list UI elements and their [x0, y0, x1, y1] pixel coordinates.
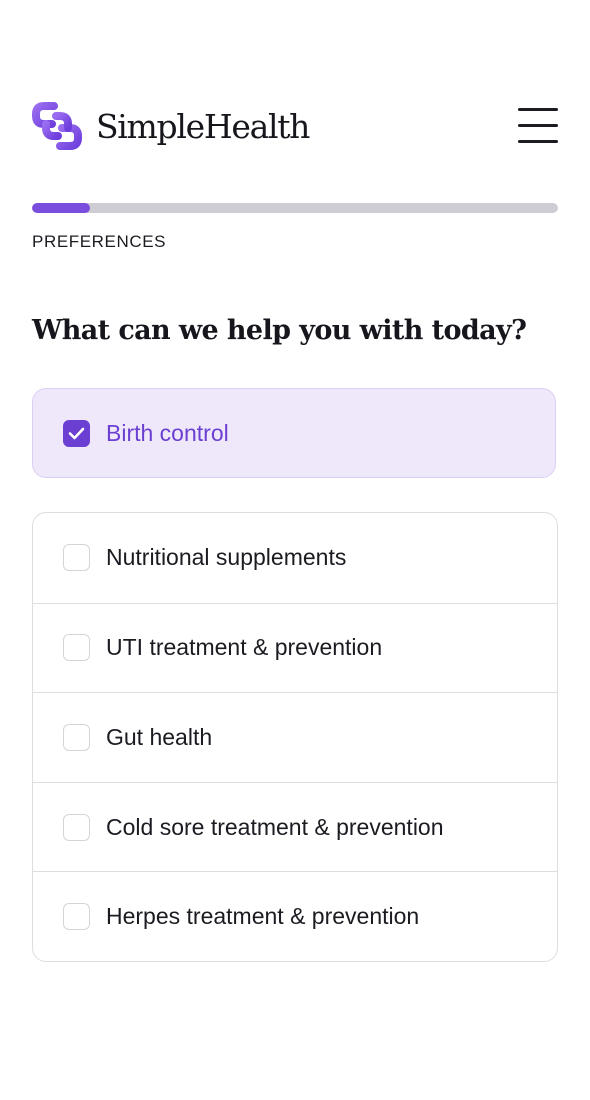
option-label: Nutritional supplements: [106, 544, 347, 571]
hamburger-menu-icon[interactable]: [518, 106, 558, 146]
option-label: UTI treatment & prevention: [106, 634, 383, 661]
checkbox-icon[interactable]: [63, 723, 90, 751]
option-birth-control[interactable]: Birth control: [32, 388, 556, 478]
question-heading: What can we help you with today?: [32, 315, 527, 346]
checkbox-icon[interactable]: [63, 544, 90, 572]
step-label: PREFERENCES: [32, 232, 167, 251]
progress-fill: [32, 203, 90, 213]
brand-name: SimpleHealth: [96, 106, 310, 146]
checkbox-icon[interactable]: [63, 634, 90, 662]
option-uti-treatment[interactable]: UTI treatment & prevention: [33, 602, 557, 693]
option-label: Herpes treatment & prevention: [106, 903, 420, 930]
header: SimpleHealth: [32, 96, 558, 156]
option-label: Cold sore treatment & prevention: [106, 813, 444, 840]
options-list: Nutritional supplements UTI treatment & …: [32, 512, 558, 962]
option-gut-health[interactable]: Gut health: [33, 692, 557, 782]
option-label: Birth control: [106, 419, 229, 446]
checkbox-icon[interactable]: [63, 903, 90, 931]
link-logo-icon: [32, 102, 82, 150]
checkbox-icon[interactable]: [63, 813, 90, 841]
logo[interactable]: SimpleHealth: [32, 100, 310, 152]
option-label: Gut health: [106, 723, 213, 750]
option-nutritional-supplements[interactable]: Nutritional supplements: [33, 513, 557, 603]
progress-bar: [32, 203, 558, 213]
checkbox-checked-icon[interactable]: [63, 419, 90, 447]
option-herpes-treatment[interactable]: Herpes treatment & prevention: [33, 871, 557, 961]
option-cold-sore-treatment[interactable]: Cold sore treatment & prevention: [33, 781, 557, 872]
